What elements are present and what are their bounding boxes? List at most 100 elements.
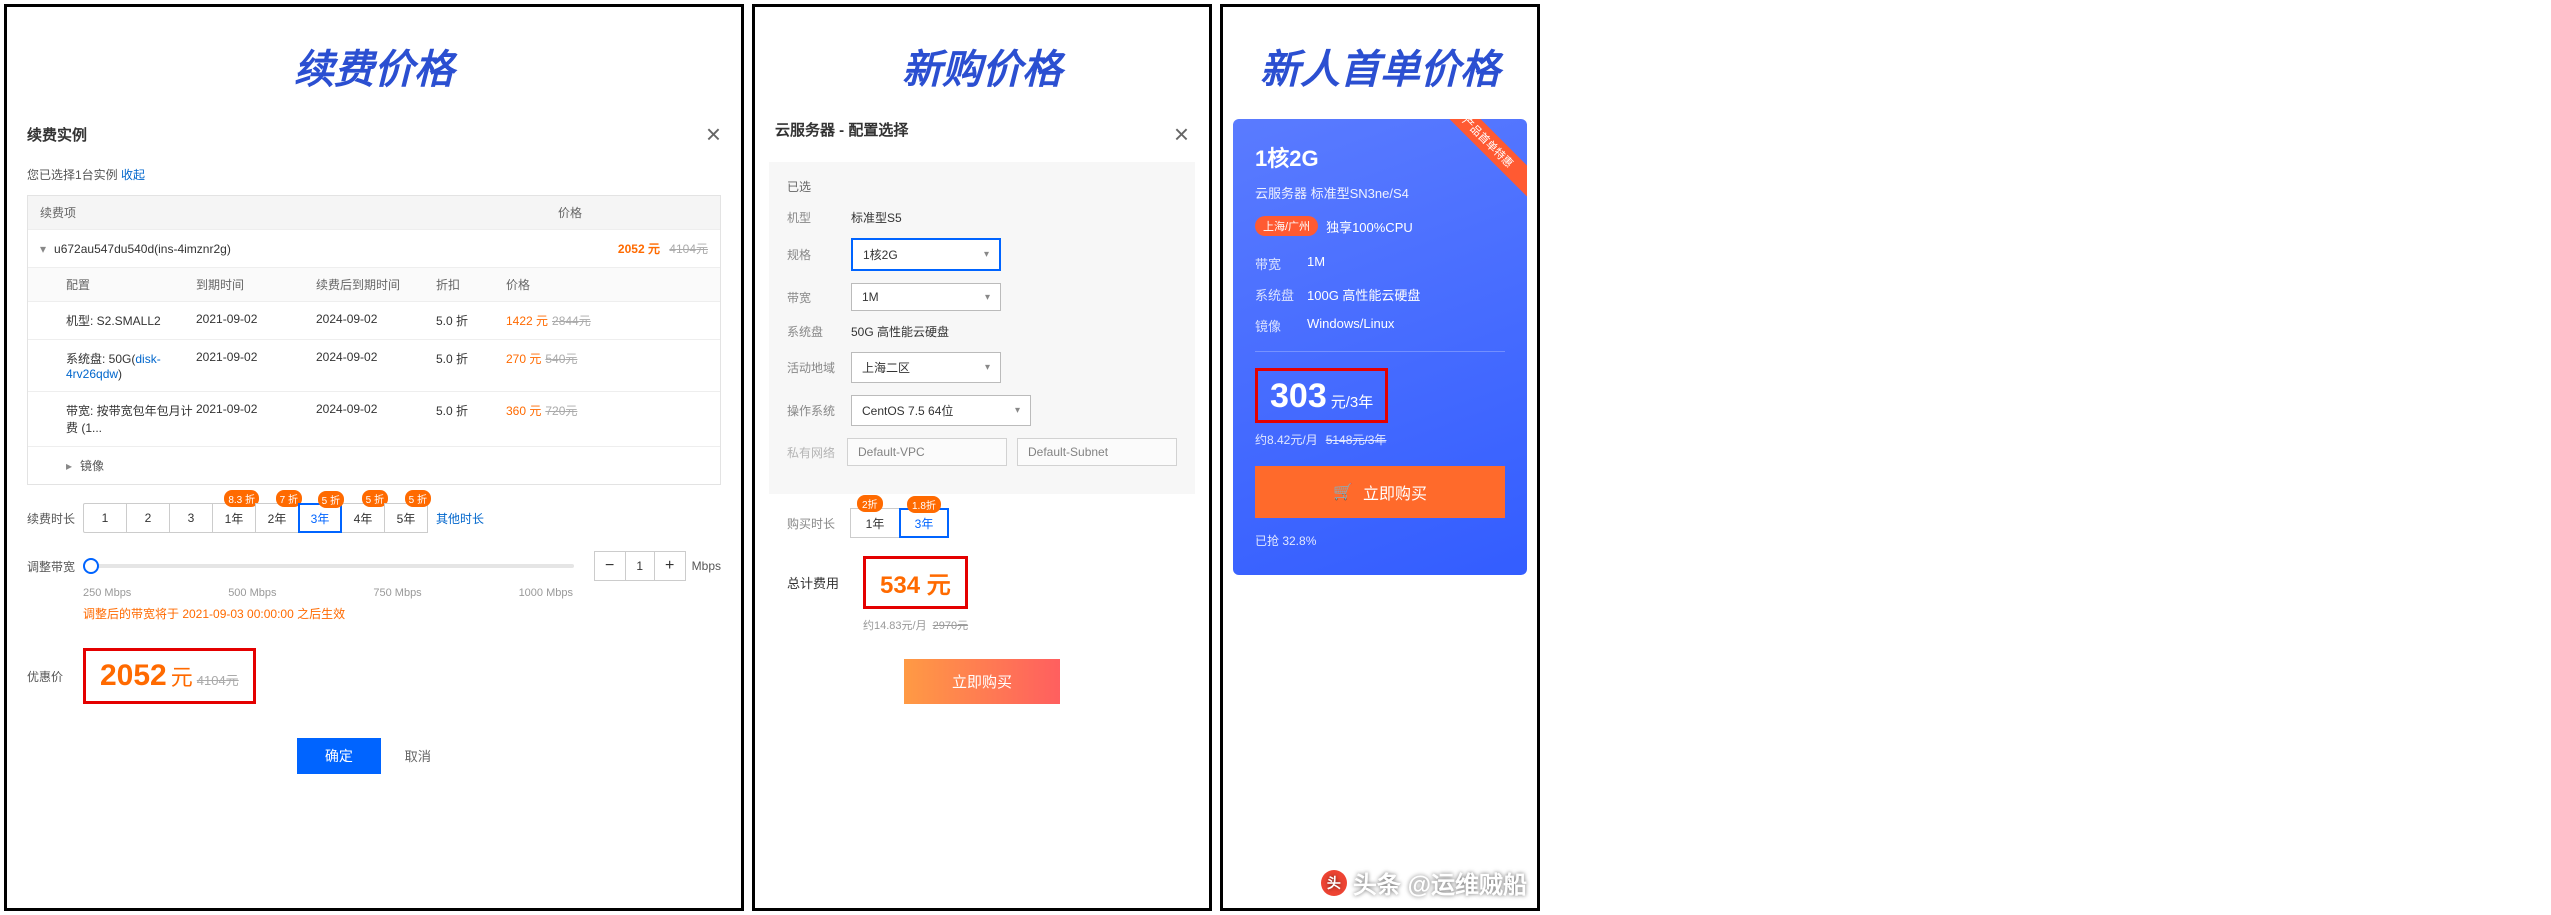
close-icon[interactable]: × [706, 119, 721, 150]
promo-price-unit: 元/3年 [1331, 391, 1374, 412]
duration-option-selected[interactable]: 5 折3年 [298, 503, 342, 533]
price-old: 720元 [545, 404, 577, 418]
instance-price-now: 2052 元 [618, 242, 660, 256]
after-text: 2024-09-02 [316, 350, 436, 381]
card-subtitle: 云服务器 标准型SN3ne/S4 [1255, 183, 1505, 202]
spec-label: 规格 [787, 246, 851, 263]
network-label: 私有网络 [787, 444, 847, 461]
duration-option[interactable]: 2 [126, 503, 170, 533]
spec-key: 带宽 [1255, 254, 1307, 273]
cancel-button[interactable]: 取消 [384, 738, 451, 773]
stepper-plus-button[interactable]: + [655, 552, 685, 580]
os-label: 操作系统 [787, 402, 851, 419]
spec-key: 系统盘 [1255, 285, 1307, 304]
watermark-icon: 头 [1321, 870, 1347, 896]
card-spec-title: 1核2G [1255, 141, 1505, 173]
instance-row[interactable]: ▾ u672au547du540d(ins-4imznr2g) 2052 元 4… [28, 229, 720, 267]
spec-key: 镜像 [1255, 316, 1307, 335]
renewal-instance-heading: 续费实例 [27, 124, 87, 145]
region-select[interactable]: 上海二区▾ [851, 352, 1001, 383]
buy-now-button[interactable]: 立即购买 [904, 659, 1060, 704]
chevron-down-icon: ▾ [40, 242, 46, 256]
model-label: 机型 [787, 209, 851, 226]
stepper-minus-button[interactable]: − [595, 552, 625, 580]
duration-option[interactable]: 8.3 折1年 [212, 503, 256, 533]
chevron-down-icon: ▾ [985, 362, 990, 373]
instance-price-old: 4104元 [669, 242, 708, 256]
discount-text: 5.0 折 [436, 402, 506, 436]
expire-text: 2021-09-02 [196, 402, 316, 436]
selection-count-text: 您已选择1台实例 [27, 168, 118, 182]
model-value: 标准型S5 [851, 209, 902, 226]
os-select[interactable]: CentOS 7.5 64位▾ [851, 395, 1031, 426]
per-month-text: 约8.42元/月5148元/3年 [1255, 431, 1505, 448]
final-price-label: 优惠价 [27, 668, 83, 685]
instance-name: u672au547du540d(ins-4imznr2g) [54, 242, 618, 256]
image-row[interactable]: ▸ 镜像 [28, 446, 720, 484]
total-cost-label: 总计费用 [787, 573, 851, 592]
vpc-select[interactable]: Default-VPC [847, 438, 1007, 466]
price-old: 540元 [545, 352, 577, 366]
chevron-down-icon: ▾ [1015, 405, 1020, 416]
subcol-config: 配置 [66, 276, 196, 293]
spec-val: 1M [1307, 254, 1325, 273]
after-text: 2024-09-02 [316, 312, 436, 329]
other-duration-link[interactable]: 其他时长 [436, 510, 484, 527]
cpu-text: 独享100%CPU [1326, 217, 1413, 236]
bandwidth-slider[interactable] [83, 564, 574, 568]
collapse-link[interactable]: 收起 [121, 168, 145, 182]
already-selected-label: 已选 [787, 178, 1177, 195]
close-icon[interactable]: × [1174, 119, 1189, 150]
duration-option[interactable]: 7 折2年 [255, 503, 299, 533]
price-now: 1422 元 [506, 314, 548, 328]
renewal-price-title: 续费价格 [7, 7, 741, 119]
final-price-old: 4104元 [197, 670, 239, 689]
promo-price-number: 303 [1270, 377, 1327, 416]
price-now: 270 元 [506, 352, 541, 366]
confirm-button[interactable]: 确定 [297, 738, 381, 774]
cart-icon: 🛒 [1333, 482, 1353, 502]
subcol-price: 价格 [506, 276, 708, 293]
disk-label: 系统盘 [787, 323, 851, 340]
chevron-down-icon: ▾ [985, 292, 990, 303]
subnet-select[interactable]: Default-Subnet [1017, 438, 1177, 466]
slider-ticks: 250 Mbps 500 Mbps 750 Mbps 1000 Mbps [83, 587, 573, 599]
duration-option[interactable]: 3 [169, 503, 213, 533]
config-box: 已选 机型标准型S5 规格 1核2G▾ 带宽 1M▾ 系统盘50G 高性能云硬盘… [769, 162, 1195, 494]
expire-text: 2021-09-02 [196, 350, 316, 381]
new-purchase-title: 新购价格 [755, 7, 1209, 119]
duration-label: 续费时长 [27, 510, 83, 527]
duration-group: 1 2 3 8.3 折1年 7 折2年 5 折3年 5 折4年 5 折5年 [83, 503, 428, 533]
cost-subtext: 约14.83元/月2970元 [863, 617, 1177, 633]
disk-value: 50G 高性能云硬盘 [851, 323, 949, 340]
watermark: 头 头条 @运维贼船 [1321, 865, 1527, 900]
duration-option[interactable]: 5 折4年 [341, 503, 385, 533]
bandwidth-stepper: − 1 + [594, 551, 686, 581]
table-row: 系统盘: 50G(disk-4rv26qdw) 2021-09-02 2024-… [28, 339, 720, 391]
duration-option[interactable]: 5 折5年 [384, 503, 428, 533]
bw-label: 带宽 [787, 289, 851, 306]
after-text: 2024-09-02 [316, 402, 436, 436]
buy-now-button[interactable]: 🛒 立即购买 [1255, 466, 1505, 518]
slider-thumb[interactable] [83, 558, 99, 574]
spec-val: Windows/Linux [1307, 316, 1394, 335]
cfg-text: 带宽: 按带宽包年包月计费 (1... [66, 402, 196, 436]
spec-select[interactable]: 1核2G▾ [851, 238, 1001, 271]
price-old: 2844元 [552, 314, 591, 328]
bandwidth-warning: 调整后的带宽将于 2021-09-03 00:00:00 之后生效 [83, 605, 721, 622]
duration-option[interactable]: 1 [83, 503, 127, 533]
final-price-value: 2052 [100, 659, 167, 693]
grabbed-percent: 已抢 32.8% [1255, 532, 1505, 549]
price-now: 360 元 [506, 404, 541, 418]
duration-option[interactable]: 2折1年 [850, 508, 900, 538]
duration-option-selected[interactable]: 1.8折3年 [899, 508, 949, 538]
col-price: 价格 [558, 204, 708, 221]
col-renewal-item: 续费项 [40, 204, 558, 221]
bandwidth-select[interactable]: 1M▾ [851, 283, 1001, 311]
subcol-discount: 折扣 [436, 276, 506, 293]
stepper-value[interactable]: 1 [625, 552, 655, 580]
final-price-unit: 元 [171, 660, 193, 692]
divider [1255, 351, 1505, 352]
table-row: 机型: S2.SMALL2 2021-09-02 2024-09-02 5.0 … [28, 301, 720, 339]
bandwidth-unit: Mbps [692, 559, 721, 573]
